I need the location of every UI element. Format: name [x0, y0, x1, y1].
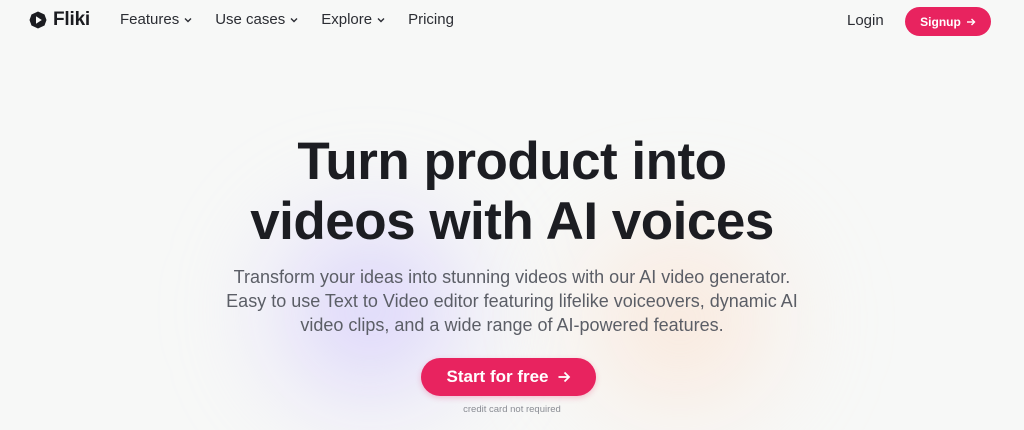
hero-headline-line: videos with AI voices	[250, 192, 774, 251]
main-menu: Features Use cases Explore Pricing	[120, 11, 477, 28]
hero-subtitle: Transform your ideas into stunning video…	[0, 265, 1024, 337]
signup-label: Signup	[920, 14, 961, 29]
nav-item-features[interactable]: Features	[120, 11, 192, 28]
hero-headline: Turn product into videos with AI voices	[0, 132, 1024, 252]
hero-subtitle-line: Easy to use Text to Video editor featuri…	[226, 291, 798, 311]
brand-name: Fliki	[53, 9, 91, 30]
login-link[interactable]: Login	[847, 12, 884, 29]
nav-item-use-cases[interactable]: Use cases	[215, 11, 298, 28]
credit-card-note: credit card not required	[463, 404, 561, 415]
arrow-right-icon	[558, 371, 570, 383]
nav-item-label: Features	[120, 11, 180, 28]
nav-item-label: Pricing	[408, 11, 454, 28]
landing-page: Fliki Features Use cases Explore Pricing…	[0, 0, 1024, 430]
chevron-down-icon	[377, 18, 385, 23]
signup-button[interactable]: Signup	[905, 7, 991, 36]
hero-subtitle-line: Transform your ideas into stunning video…	[233, 267, 791, 287]
arrow-right-icon	[966, 18, 976, 25]
nav-item-explore[interactable]: Explore	[321, 11, 385, 28]
brand-logo-link[interactable]: Fliki	[29, 9, 90, 31]
start-for-free-button[interactable]: Start for free	[421, 358, 596, 396]
nav-item-pricing[interactable]: Pricing	[408, 11, 454, 28]
cta-label: Start for free	[446, 367, 549, 386]
nav-item-label: Use cases	[215, 11, 286, 28]
hero-headline-line: Turn product into	[297, 132, 727, 191]
hero-subtitle-line: video clips, and a wide range of AI-powe…	[300, 315, 724, 335]
fliki-play-logo-icon	[29, 11, 47, 29]
chevron-down-icon	[184, 18, 192, 23]
top-navigation: Fliki Features Use cases Explore Pricing…	[0, 0, 1024, 42]
chevron-down-icon	[290, 18, 298, 23]
nav-item-label: Explore	[321, 11, 373, 28]
